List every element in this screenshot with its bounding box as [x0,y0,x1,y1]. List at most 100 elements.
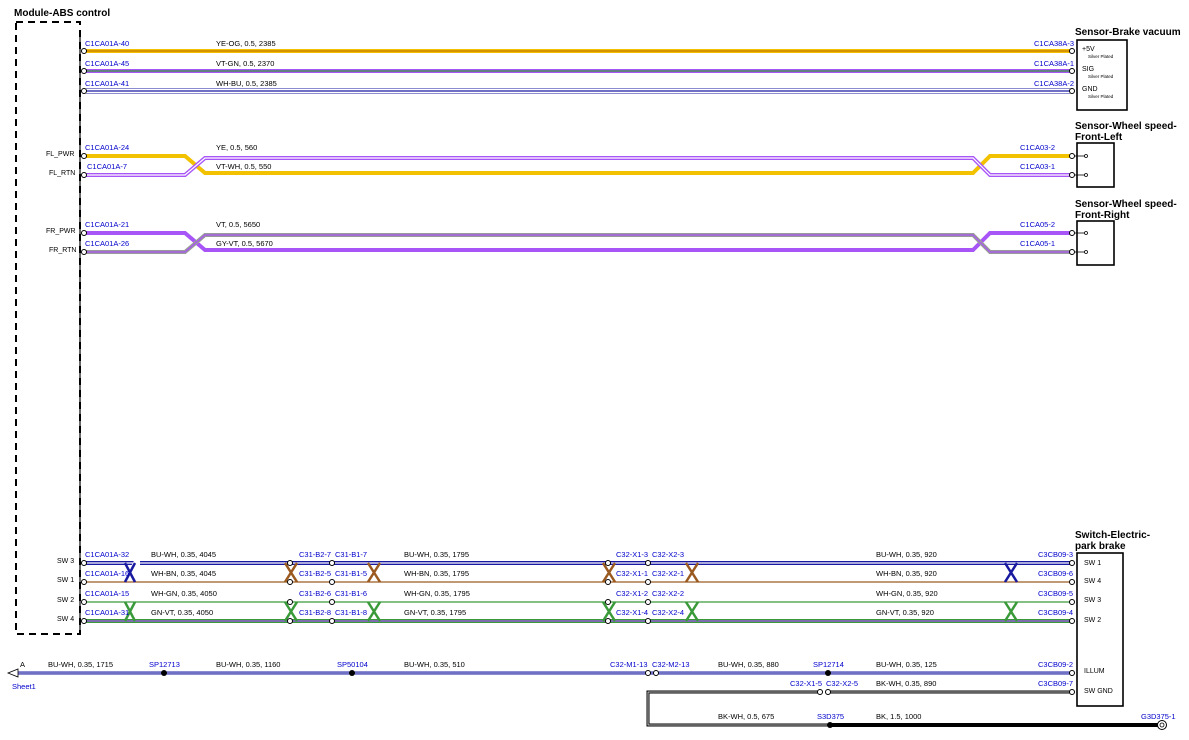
wire-spec-label: WH-BU, 0.5, 2385 [216,79,277,88]
wire-to-label: C1CA38A-2 [1034,79,1074,88]
terminal-pin[interactable] [81,560,87,566]
wire-to-label: C3CB09-3 [1038,550,1073,559]
terminal-pin[interactable] [81,88,87,94]
terminal-pin[interactable] [81,599,87,605]
wire-to-label: C3CB09-2 [1038,660,1073,669]
connector-pin [817,689,823,695]
wheel-left-sensor-box[interactable] [1076,142,1115,188]
abs-module-box[interactable] [15,21,81,635]
connector-label: C31-B1-5 [335,569,367,578]
terminal-pin[interactable] [605,599,611,605]
terminal-pin[interactable] [81,153,87,159]
wheel-right-sensor-box[interactable] [1076,220,1115,266]
ground-terminal-icon[interactable] [1157,720,1167,730]
wiring-diagram: Module-ABS control FL_PWR FL_RTN FR_PWR … [6,8,1181,730]
terminal-pin[interactable] [81,249,87,255]
connector-label: C31-B1-7 [335,550,367,559]
terminal-pin[interactable] [605,579,611,585]
crossover [684,601,700,622]
abs-pin-label: SW 3 [57,558,74,565]
terminal-pin[interactable] [645,560,651,566]
terminal-pin[interactable] [287,618,293,624]
terminal-pin[interactable] [1069,249,1075,255]
wire-spec-label: WH-GN, 0.35, 920 [876,589,938,598]
terminal-pin[interactable] [1069,153,1075,159]
abs-pin-label: FL_RTN [49,170,75,177]
terminal-pin[interactable] [1069,560,1075,566]
park-pin-label: SW 3 [1084,597,1101,604]
terminal-pin[interactable] [1069,599,1075,605]
sensor-pin [1084,231,1088,235]
sensor-pin [1084,154,1088,158]
connector-label: C32-X1-1 [616,569,648,578]
terminal-pin[interactable] [287,579,293,585]
abs-module-title: Module-ABS control [14,8,110,19]
wire-from-label: C1CA01A-7 [87,162,127,171]
wire-spec-label: GN-VT, 0.35, 920 [876,608,934,617]
wire-from-label: C1CA01A-41 [85,79,129,88]
vacuum-pin-note: Silver Plated [1088,54,1114,59]
wire-to-label: C1CA38A-1 [1034,59,1074,68]
terminal-pin[interactable] [81,172,87,178]
terminal-pin[interactable] [645,579,651,585]
terminal-pin[interactable] [81,230,87,236]
connector-pin [653,670,659,676]
connector-label: C31-B1-8 [335,608,367,617]
terminal-pin[interactable] [287,560,293,566]
park-switch-title-2: park brake [1075,541,1126,552]
terminal-pin[interactable] [1069,48,1075,54]
terminal-pin[interactable] [605,560,611,566]
wire-spec-label: VT-GN, 0.5, 2370 [216,59,274,68]
splice-dot [161,670,167,676]
wire-from-label: C1CA01A-24 [85,143,129,152]
terminal-pin[interactable] [1069,88,1075,94]
terminal-pin[interactable] [81,68,87,74]
terminal-pin[interactable] [81,618,87,624]
vacuum-pin-label: GND [1082,86,1098,93]
terminal-pin[interactable] [329,618,335,624]
terminal-pin[interactable] [329,599,335,605]
wire-spec-label: VT, 0.5, 5650 [216,220,260,229]
park-pin-label: SW 2 [1084,617,1101,624]
terminal-pin[interactable] [81,48,87,54]
terminal-pin[interactable] [287,599,293,605]
terminal-pin[interactable] [645,599,651,605]
park-switch-box[interactable] [1076,552,1124,707]
wire-spec-label: GN-VT, 0.35, 1795 [404,608,466,617]
wire-spec-label: WH-BN, 0.35, 1795 [404,569,469,578]
terminal-pin[interactable] [329,579,335,585]
wire-spec-label: WH-GN, 0.35, 1795 [404,589,470,598]
terminal-pin[interactable] [1069,689,1075,695]
abs-pin-label: SW 1 [57,577,74,584]
terminal-pin[interactable] [1069,68,1075,74]
wire-spec-label: BU-WH, 0.35, 125 [876,660,937,669]
terminal-pin[interactable] [605,618,611,624]
wire-to-label: C3CB09-6 [1038,569,1073,578]
vacuum-pin-label: SIG [1082,66,1094,73]
park-pin-label: SW 1 [1084,560,1101,567]
wire-from-label: C1CA01A-40 [85,39,129,48]
wire-to-label: C3CB09-5 [1038,589,1073,598]
terminal-pin[interactable] [1069,172,1075,178]
terminal-pin[interactable] [645,618,651,624]
terminal-pin[interactable] [1069,230,1075,236]
abs-pin-label: SW 2 [57,597,74,604]
crossover [601,601,617,622]
wire-spec-label: GN-VT, 0.35, 4050 [151,608,213,617]
terminal-pin[interactable] [1069,579,1075,585]
connector-label: C31-B2-8 [299,608,331,617]
crossover [366,562,382,583]
sensor-pin [1084,250,1088,254]
wire-spec-label: BU-WH, 0.35, 510 [404,660,465,669]
terminal-pin[interactable] [81,579,87,585]
wire-stripe [647,691,1072,726]
connector-pin [825,689,831,695]
wire-from-label: C1CA01A-31 [85,608,129,617]
splice-label: S3D375 [817,712,844,721]
off-sheet-arrow-icon[interactable] [6,668,19,678]
abs-pin-label: SW 4 [57,616,74,623]
terminal-pin[interactable] [1069,618,1075,624]
off-sheet-link[interactable]: Sheet1 [12,682,36,691]
terminal-pin[interactable] [329,560,335,566]
terminal-pin[interactable] [1069,670,1075,676]
